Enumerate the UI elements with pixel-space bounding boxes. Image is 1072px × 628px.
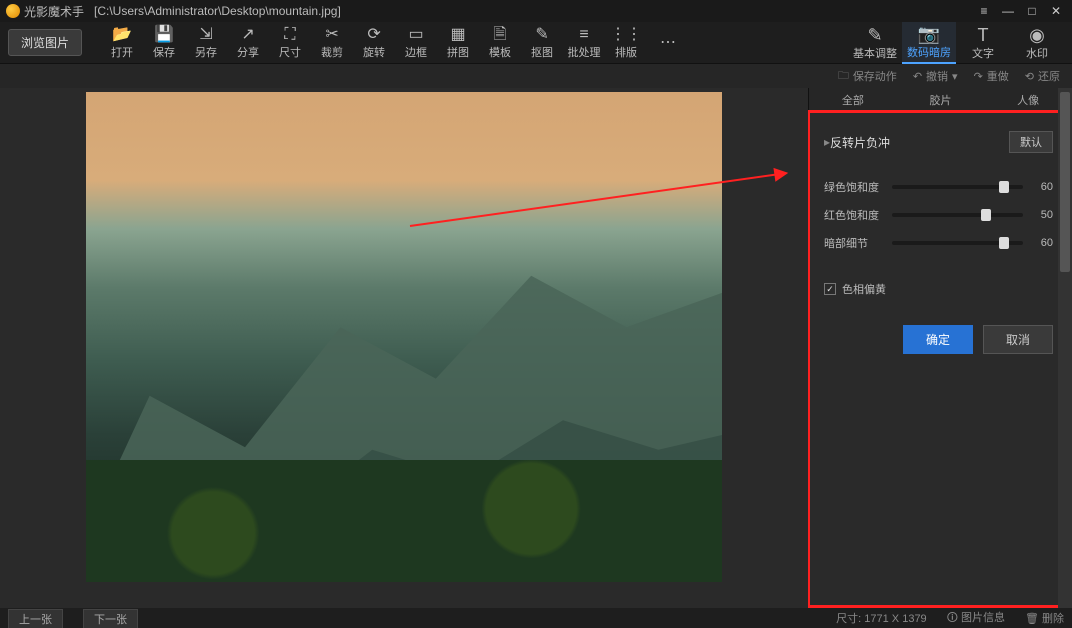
分享-icon: ↗ <box>241 26 254 44</box>
restore[interactable]: ⟲还原 <box>1025 68 1060 84</box>
browse-button[interactable]: 浏览图片 <box>8 29 82 56</box>
mode-tab-水印[interactable]: ◉水印 <box>1010 22 1064 64</box>
另存-icon: ⇲ <box>199 26 212 44</box>
prev-button[interactable]: 上一张 <box>8 609 63 628</box>
尺寸-icon: ⛶ <box>284 26 295 44</box>
slider-track[interactable] <box>892 241 1023 245</box>
app-name: 光影魔术手 <box>24 3 84 20</box>
排版-icon: ⋮⋮ <box>610 26 642 44</box>
cancel-button[interactable]: 取消 <box>983 325 1053 354</box>
tool-排版[interactable]: ⋮⋮排版 <box>606 23 646 63</box>
tool-拼图[interactable]: ▦拼图 <box>438 23 478 63</box>
maximize-icon[interactable]: □ <box>1022 3 1042 19</box>
tool-保存[interactable]: 💾保存 <box>144 23 184 63</box>
undo[interactable]: ↶撤销▾ <box>913 68 958 84</box>
模板-icon: 🗎 <box>494 26 507 44</box>
slider-value: 60 <box>1031 237 1053 249</box>
保存-icon: 💾 <box>154 26 174 44</box>
toolbar: 浏览图片 📂打开💾保存⇲另存↗分享⛶尺寸✂裁剪⟳旋转▭边框▦拼图🗎模板✎抠图≡批… <box>0 22 1072 64</box>
裁剪-icon: ✂ <box>325 26 338 44</box>
slider-thumb[interactable] <box>981 209 991 221</box>
file-path: [C:\Users\Administrator\Desktop\mountain… <box>94 4 341 18</box>
image-canvas <box>86 92 722 582</box>
delete-btn[interactable]: 🗑 删除 <box>1025 610 1064 626</box>
slider-绿色饱和度: 绿色饱和度 60 <box>824 179 1053 195</box>
sub-tab-胶片[interactable]: 胶片 <box>897 88 985 111</box>
tool-批处理[interactable]: ≡批处理 <box>564 23 604 63</box>
tool-边框[interactable]: ▭边框 <box>396 23 436 63</box>
slider-label: 绿色饱和度 <box>824 179 884 195</box>
mode-icon: ◉ <box>1029 25 1045 45</box>
settings-icon[interactable]: ≡ <box>974 3 994 19</box>
tool-more[interactable]: ⋯ <box>648 23 688 63</box>
image-info-btn[interactable]: 🛈 图片信息 <box>947 609 1005 628</box>
minimize-icon[interactable]: — <box>998 3 1018 19</box>
default-button[interactable]: 默认 <box>1009 131 1053 153</box>
mode-icon: ✎ <box>867 25 882 45</box>
tool-另存[interactable]: ⇲另存 <box>186 23 226 63</box>
ok-button[interactable]: 确定 <box>903 325 973 354</box>
slider-红色饱和度: 红色饱和度 50 <box>824 207 1053 223</box>
slider-暗部细节: 暗部细节 60 <box>824 235 1053 251</box>
slider-track[interactable] <box>892 213 1023 217</box>
sub-tab-全部[interactable]: 全部 <box>809 88 897 111</box>
slider-thumb[interactable] <box>999 181 1009 193</box>
slider-value: 50 <box>1031 209 1053 221</box>
close-icon[interactable]: ✕ <box>1046 3 1066 19</box>
旋转-icon: ⟳ <box>367 26 380 44</box>
hue-yellow-checkbox[interactable]: ✓ <box>824 283 836 295</box>
more-icon: ⋯ <box>660 34 676 52</box>
slider-thumb[interactable] <box>999 237 1009 249</box>
tool-尺寸[interactable]: ⛶尺寸 <box>270 23 310 63</box>
redo[interactable]: ↷重做 <box>974 68 1009 84</box>
slider-track[interactable] <box>892 185 1023 189</box>
actionbar: 🗀保存动作 ↶撤销▾ ↷重做 ⟲还原 <box>0 64 1072 88</box>
批处理-icon: ≡ <box>579 26 588 44</box>
titlebar: 光影魔术手 [C:\Users\Administrator\Desktop\mo… <box>0 0 1072 22</box>
slider-label: 暗部细节 <box>824 235 884 251</box>
mode-icon: 📷 <box>918 24 940 44</box>
section-title: 反转片负冲 <box>830 134 1009 151</box>
打开-icon: 📂 <box>112 26 132 44</box>
拼图-icon: ▦ <box>450 26 465 44</box>
side-panel: 全部胶片人像 ▸ 反转片负冲 默认 绿色饱和度60红色饱和度50暗部细节60 ✓… <box>808 88 1072 608</box>
mode-tab-文字[interactable]: T文字 <box>956 22 1010 64</box>
checkbox-label: 色相偏黄 <box>842 281 886 297</box>
app-icon <box>6 4 20 18</box>
save-action[interactable]: 🗀保存动作 <box>838 67 897 86</box>
边框-icon: ▭ <box>408 26 423 44</box>
tool-抠图[interactable]: ✎抠图 <box>522 23 562 63</box>
mode-tab-数码暗房[interactable]: 📷数码暗房 <box>902 22 956 64</box>
slider-value: 60 <box>1031 181 1053 193</box>
tool-裁剪[interactable]: ✂裁剪 <box>312 23 352 63</box>
next-button[interactable]: 下一张 <box>83 609 138 628</box>
vertical-scrollbar[interactable] <box>1058 88 1072 608</box>
canvas-area[interactable] <box>0 88 808 608</box>
tool-打开[interactable]: 📂打开 <box>102 23 142 63</box>
dimensions: 尺寸: 1771 X 1379 <box>836 610 927 626</box>
tool-分享[interactable]: ↗分享 <box>228 23 268 63</box>
statusbar: 上一张 下一张 尺寸: 1771 X 1379 🛈 图片信息 🗑 删除 <box>0 608 1072 628</box>
slider-label: 红色饱和度 <box>824 207 884 223</box>
mode-icon: T <box>978 25 989 45</box>
mode-tab-基本调整[interactable]: ✎基本调整 <box>848 22 902 64</box>
tool-模板[interactable]: 🗎模板 <box>480 23 520 63</box>
tool-旋转[interactable]: ⟳旋转 <box>354 23 394 63</box>
抠图-icon: ✎ <box>535 26 548 44</box>
